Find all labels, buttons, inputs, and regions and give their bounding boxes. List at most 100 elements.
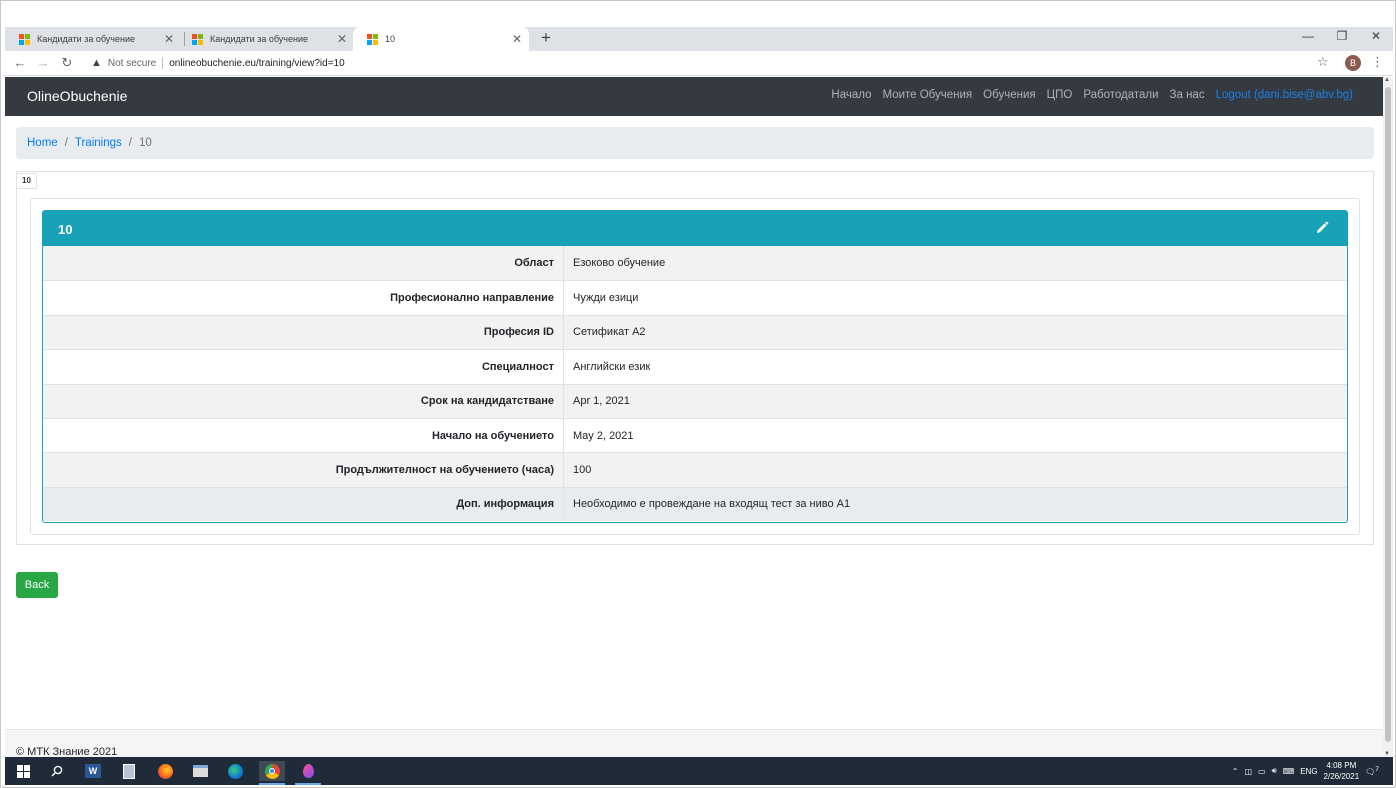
- logout-link[interactable]: Logout (dani.bise@abv.bg): [1216, 89, 1353, 101]
- back-button[interactable]: Back: [16, 572, 58, 598]
- word-app-icon[interactable]: W: [83, 761, 103, 781]
- breadcrumb-separator: /: [64, 137, 68, 149]
- more-menu-icon[interactable]: ⋮: [1371, 54, 1384, 70]
- system-clock[interactable]: 4:08 PM 2/26/2021: [1324, 760, 1360, 782]
- warning-icon: ▲: [91, 57, 102, 69]
- calculator-app-icon[interactable]: [119, 761, 139, 781]
- table-row: Професионално направление Чужди езици: [43, 280, 1347, 315]
- tab-close-icon[interactable]: ✕: [161, 32, 177, 46]
- reload-icon[interactable]: ↻: [58, 54, 76, 72]
- keyboard-icon[interactable]: ⌨: [1283, 767, 1295, 776]
- brand-logo[interactable]: OlineObuchenie: [27, 88, 127, 104]
- notification-count: 7: [1375, 765, 1379, 773]
- nav-link-about[interactable]: За нас: [1170, 89, 1205, 101]
- field-label: Професия ID: [43, 315, 564, 350]
- clock-time: 4:08 PM: [1326, 761, 1357, 770]
- field-label: Област: [43, 246, 564, 281]
- back-arrow-icon[interactable]: ←: [11, 54, 29, 72]
- browser-toolbar: ← → ↻ ▲ Not secure onlineobuchenie.eu/tr…: [5, 51, 1393, 76]
- field-value: Необходимо е провеждане на входящ тест з…: [573, 498, 851, 511]
- detail-table: Област Езоково обучение Професионално на…: [43, 246, 1347, 522]
- tab-title: 10: [385, 34, 396, 44]
- language-indicator[interactable]: ENG: [1300, 767, 1317, 776]
- nav-link-my-trainings[interactable]: Моите Обучения: [882, 89, 972, 101]
- nav-link-cpo[interactable]: ЦПО: [1047, 89, 1073, 101]
- url-text: onlineobuchenie.eu/training/view?id=10: [169, 57, 345, 69]
- site-favicon-icon: [192, 33, 203, 45]
- address-bar[interactable]: ▲ Not secure onlineobuchenie.eu/training…: [85, 53, 1345, 73]
- field-value: Езоково обучение: [573, 257, 666, 270]
- field-label: Специалност: [43, 350, 564, 384]
- restore-button[interactable]: ❐: [1325, 27, 1359, 47]
- active-app-indicator: [259, 783, 285, 785]
- volume-icon[interactable]: 🔊︎: [1272, 766, 1277, 776]
- tab-close-icon[interactable]: ✕: [334, 32, 350, 46]
- field-label: Професионално направление: [43, 281, 564, 315]
- page-footer: © МТК Знание 2021: [5, 729, 1383, 759]
- nav-link-employers[interactable]: Работодатали: [1083, 89, 1158, 101]
- scroll-thumb[interactable]: [1385, 87, 1391, 742]
- table-row: Област Езоково обучение: [43, 246, 1347, 281]
- close-window-button[interactable]: ✕: [1359, 27, 1393, 47]
- nav-link-trainings[interactable]: Обучения: [983, 89, 1035, 101]
- tab-close-icon[interactable]: ✕: [509, 32, 525, 46]
- breadcrumb-trainings-link[interactable]: Trainings: [75, 137, 122, 149]
- scroll-up-arrow-icon[interactable]: ▲: [1384, 77, 1390, 83]
- file-explorer-app-icon[interactable]: [190, 761, 210, 781]
- field-value: Apr 1, 2021: [573, 395, 630, 408]
- field-value: 100: [573, 464, 592, 477]
- pencil-edit-icon[interactable]: [1315, 221, 1329, 235]
- browser-tab-2[interactable]: Кандидати за обучение ✕: [178, 27, 354, 51]
- chrome-app-icon[interactable]: [259, 761, 285, 785]
- field-label: Доп. информация: [43, 487, 564, 522]
- browser-tab-1[interactable]: Кандидати за обучение ✕: [5, 27, 181, 51]
- breadcrumb-separator: /: [128, 137, 132, 149]
- system-tray: ⌃ ◫ ▭ 🔊︎ ⌨ ENG 4:08 PM 2/26/2021 🗨︎7: [1232, 757, 1379, 785]
- windows-taskbar: W ⌃ ◫ ▭ 🔊︎ ⌨ ENG 4:08 PM 2/26/2021 🗨︎7: [5, 757, 1393, 785]
- panel-tag: 10: [16, 173, 37, 189]
- field-value: Сетификат А2: [573, 326, 646, 339]
- table-row: Продължителност на обучението (часа) 100: [43, 452, 1347, 487]
- window-top-area: [5, 5, 1393, 27]
- edge-app-icon[interactable]: [225, 761, 245, 781]
- browser-tab-3-active[interactable]: 10 ✕: [353, 27, 529, 51]
- minimize-button[interactable]: —: [1291, 27, 1325, 47]
- paint-app-icon[interactable]: [295, 761, 321, 785]
- window-frame: Кандидати за обучение ✕ Кандидати за обу…: [0, 0, 1396, 788]
- nav-link-home[interactable]: Начало: [831, 89, 871, 101]
- url-divider: [162, 57, 164, 69]
- page-scrollbar[interactable]: ▲ ▼: [1383, 77, 1393, 757]
- tab-title: Кандидати за обучение: [210, 34, 308, 44]
- notification-icon[interactable]: 🗨︎7: [1365, 766, 1379, 777]
- app-navbar: OlineObuchenie Начало Моите Обучения Обу…: [5, 77, 1383, 116]
- forward-arrow-icon[interactable]: →: [34, 54, 52, 72]
- field-value: May 2, 2021: [573, 429, 634, 442]
- tab-title: Кандидати за обучение: [37, 34, 135, 44]
- search-icon[interactable]: [47, 761, 67, 781]
- chevron-up-icon[interactable]: ⌃: [1232, 767, 1239, 776]
- table-row: Доп. информация Необходимо е провеждане …: [43, 486, 1347, 522]
- table-row: Срок на кандидатстване Apr 1, 2021: [43, 383, 1347, 418]
- breadcrumb-current: 10: [138, 137, 152, 149]
- breadcrumb: Home / Trainings / 10: [16, 127, 1374, 159]
- network-icon[interactable]: ◫: [1244, 767, 1252, 776]
- nav-links: Начало Моите Обучения Обучения ЦПО Работ…: [831, 89, 1353, 101]
- field-label: Начало на обучението: [43, 418, 564, 453]
- display-icon[interactable]: ▭: [1258, 767, 1266, 776]
- site-favicon-icon: [367, 33, 378, 45]
- bookmark-star-icon[interactable]: ☆: [1317, 54, 1329, 70]
- windows-start-icon[interactable]: [13, 761, 33, 781]
- table-row: Начало на обучението May 2, 2021: [43, 417, 1347, 453]
- clock-date: 2/26/2021: [1323, 772, 1360, 781]
- field-value: Чужди езици: [573, 292, 639, 305]
- field-label: Продължителност на обучението (часа): [43, 453, 564, 487]
- new-tab-button[interactable]: +: [537, 28, 555, 48]
- profile-avatar[interactable]: B: [1345, 55, 1361, 71]
- firefox-app-icon[interactable]: [155, 761, 175, 781]
- site-favicon-icon: [19, 33, 30, 45]
- breadcrumb-home-link[interactable]: Home: [27, 137, 58, 149]
- training-detail-card: 10 Област Езоково обучение Професионално…: [42, 210, 1348, 523]
- table-row: Специалност Английски език: [43, 349, 1347, 384]
- card-header: 10: [43, 211, 1347, 246]
- field-value: Английски език: [573, 360, 651, 373]
